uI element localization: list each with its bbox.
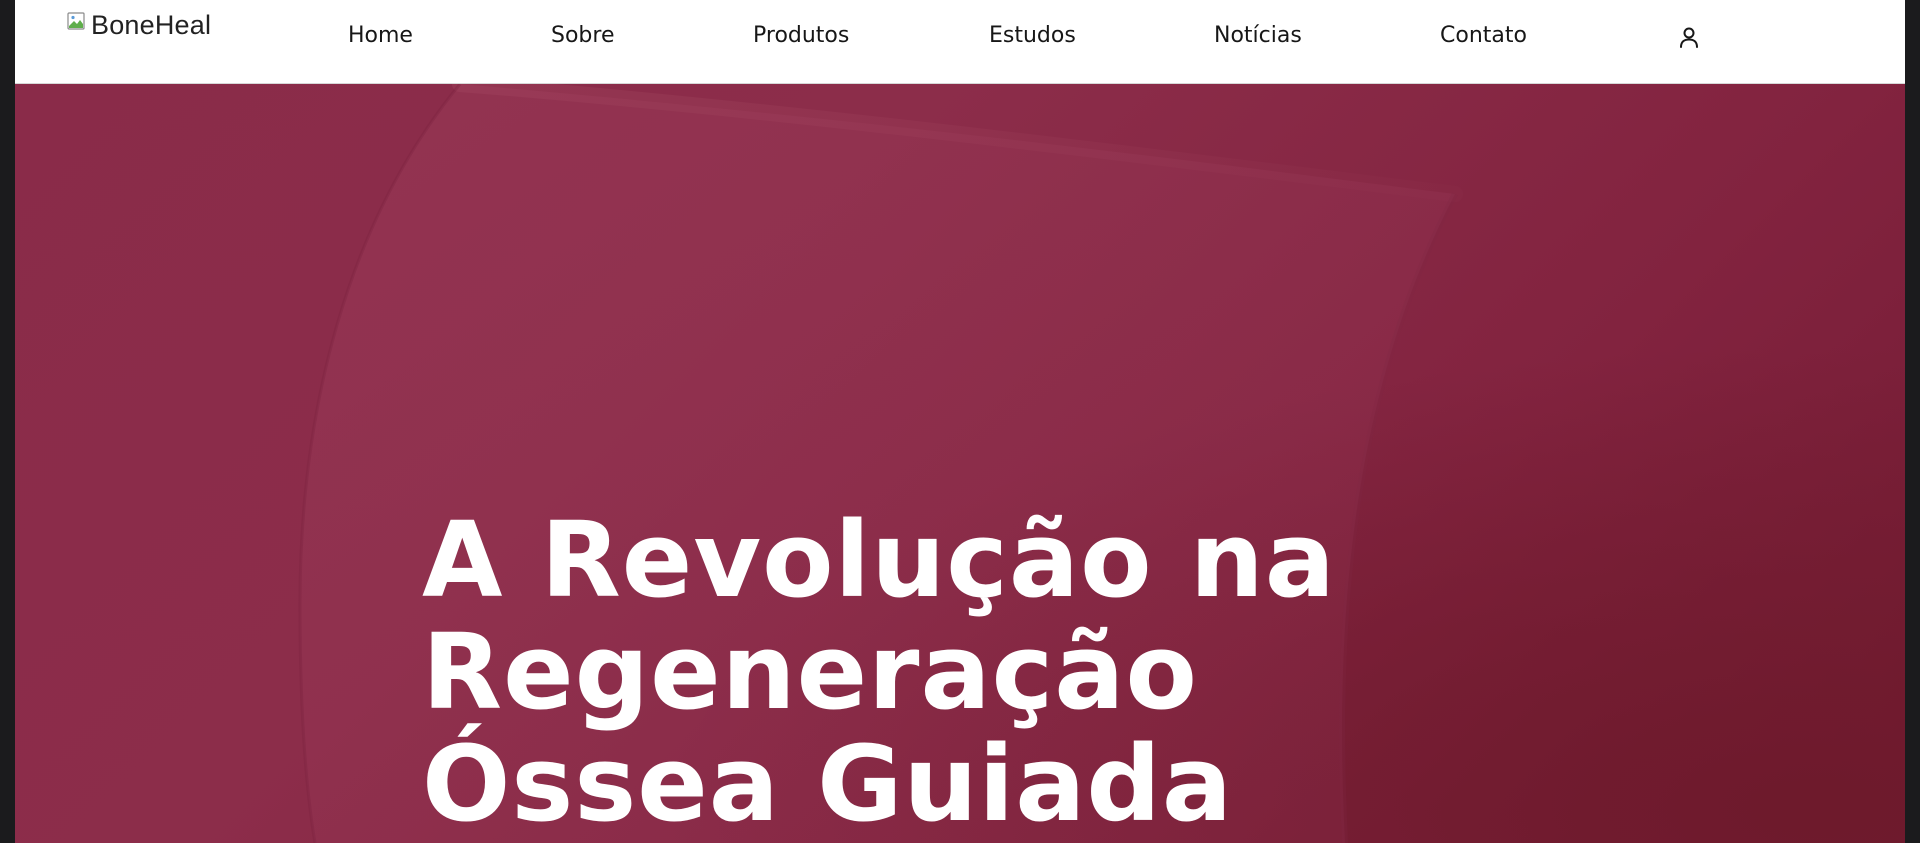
nav-item-sobre[interactable]: Sobre [551,23,615,48]
hero-banner: A Revolução na Regeneração Óssea Guiada [15,84,1905,843]
hero-title-line-3: Óssea Guiada [422,723,1233,843]
hero-title-line-1: A Revolução na [422,499,1336,621]
nav-item-home[interactable]: Home [348,23,413,48]
nav-item-estudos[interactable]: Estudos [989,23,1076,48]
nav-item-noticias[interactable]: Notícias [1214,23,1302,48]
hero-title-line-2: Regeneração [422,611,1198,733]
hero-title: A Revolução na Regeneração Óssea Guiada [422,504,1336,840]
nav-item-contato[interactable]: Contato [1440,23,1527,48]
browser-viewport: BoneHeal Home Sobre Produtos Estudos Not… [15,0,1905,843]
top-navbar: BoneHeal Home Sobre Produtos Estudos Not… [15,0,1905,84]
nav-item-produtos[interactable]: Produtos [753,23,849,48]
main-navigation: Home Sobre Produtos Estudos Notícias Con… [15,0,1905,78]
user-account-icon[interactable] [1676,25,1702,51]
